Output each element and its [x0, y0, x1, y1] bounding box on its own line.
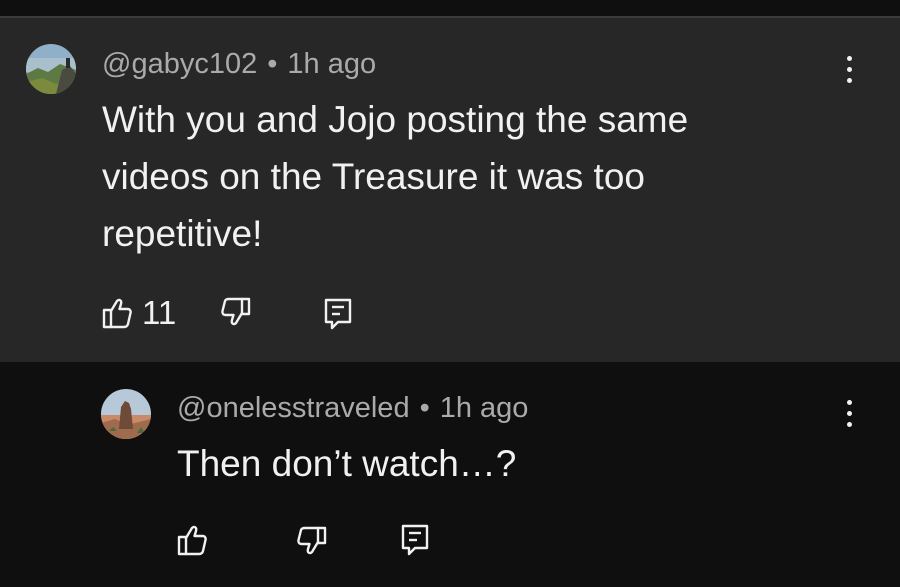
dislike-button[interactable]	[219, 297, 251, 327]
reply-button[interactable]	[401, 524, 429, 556]
dislike-button[interactable]	[295, 526, 327, 556]
author-avatar[interactable]	[101, 389, 151, 439]
thumbs-down-icon	[221, 297, 251, 326]
more-vert-icon[interactable]	[834, 47, 864, 91]
comment-item-reply: @onelesstraveled • 1h ago Then don’t watch…	[0, 362, 900, 587]
author-avatar[interactable]	[26, 44, 76, 94]
reply-comment-icon	[324, 298, 352, 330]
thumbs-down-icon	[297, 526, 327, 555]
author-name[interactable]: @onelesstraveled	[177, 392, 410, 424]
comment-time[interactable]: 1h ago	[287, 48, 376, 80]
meta-separator: •	[419, 392, 430, 424]
thumbs-up-icon	[102, 298, 132, 329]
like-button[interactable]: 11	[102, 295, 176, 331]
meta-separator: •	[267, 48, 278, 80]
comment-item-highlighted: @gabyc102 • 1h ago With you and Jojo posti…	[0, 18, 900, 362]
comment-meta: @onelesstraveled • 1h ago	[177, 391, 528, 425]
top-divider	[0, 0, 900, 18]
more-vert-icon[interactable]	[834, 391, 864, 435]
like-count: 11	[142, 294, 177, 331]
thumbs-up-icon	[177, 525, 207, 556]
like-button[interactable]	[177, 524, 217, 556]
comments-page: @gabyc102 • 1h ago With you and Jojo posti…	[0, 0, 900, 587]
comment-text: Then don’t watch…?	[177, 443, 517, 484]
reply-button[interactable]	[324, 298, 352, 330]
comment-meta: @gabyc102 • 1h ago	[102, 47, 376, 81]
comment-text: With you and Jojo posting the same video…	[102, 99, 689, 254]
comment-time[interactable]: 1h ago	[440, 392, 529, 424]
author-name[interactable]: @gabyc102	[102, 48, 257, 80]
reply-comment-icon	[401, 524, 429, 556]
